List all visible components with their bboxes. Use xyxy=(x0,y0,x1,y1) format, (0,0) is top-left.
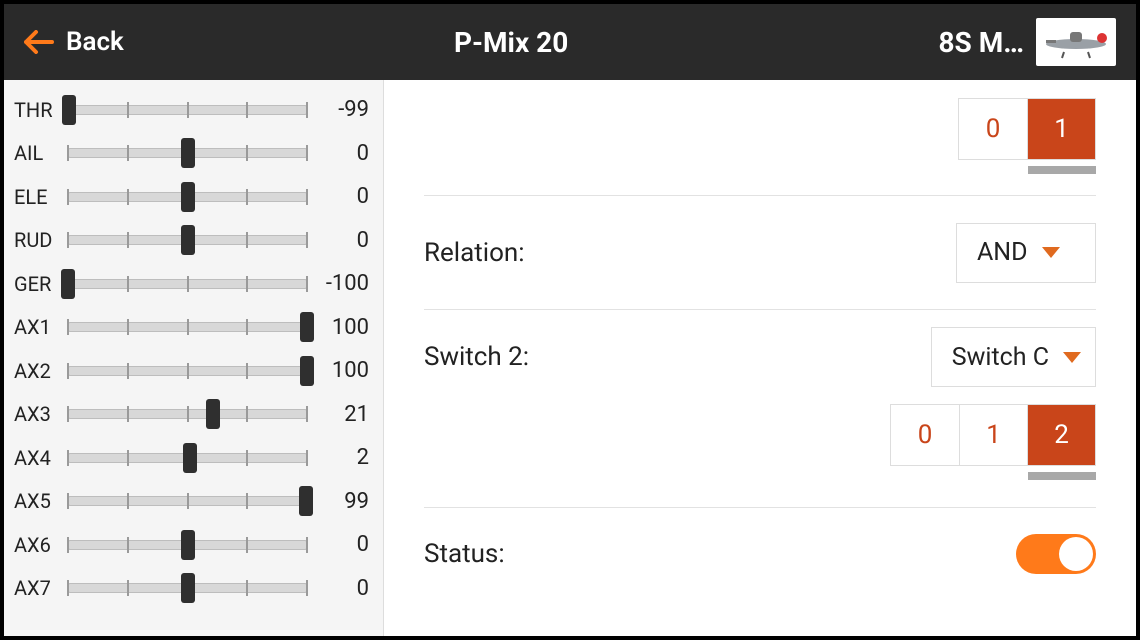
segment-option[interactable]: 0 xyxy=(959,99,1027,159)
slider-thumb xyxy=(181,138,195,168)
segment-option[interactable]: 1 xyxy=(959,405,1027,465)
channel-slider xyxy=(68,319,307,335)
relation-row: Relation: AND xyxy=(424,196,1096,310)
channel-slider xyxy=(68,363,307,379)
channel-value: 21 xyxy=(313,402,373,427)
channel-label: AX1 xyxy=(14,315,62,339)
channel-slider xyxy=(68,276,307,292)
channel-slider xyxy=(68,450,307,466)
slider-thumb xyxy=(183,443,197,473)
channel-row: AX1 100 xyxy=(14,306,373,350)
channel-value: -100 xyxy=(313,271,373,296)
channel-label: AX2 xyxy=(14,359,62,383)
status-label: Status: xyxy=(424,539,505,569)
switch2-dropdown[interactable]: Switch C xyxy=(931,327,1096,387)
status-toggle[interactable] xyxy=(1016,534,1096,574)
toggle-knob xyxy=(1059,537,1093,571)
status-row: Status: xyxy=(424,508,1096,574)
switch1-position-segmented[interactable]: 01 xyxy=(958,98,1096,160)
channel-monitor-sidebar: THR -99 AIL 0 ELE 0 RUD 0 GER -100 AX1 100 AX2 100 AX3… xyxy=(4,80,384,636)
channel-value: 100 xyxy=(313,358,373,383)
channel-value: 0 xyxy=(313,228,373,253)
channel-label: AIL xyxy=(14,141,62,165)
back-arrow-icon xyxy=(24,30,54,54)
chevron-down-icon xyxy=(1063,352,1081,363)
channel-row: AX7 0 xyxy=(14,567,373,611)
channel-row: RUD 0 xyxy=(14,219,373,263)
relation-label: Relation: xyxy=(424,238,525,268)
segment-option[interactable]: 0 xyxy=(891,405,959,465)
scroll-indicator xyxy=(1028,166,1096,174)
scroll-indicator xyxy=(1028,472,1096,480)
channel-value: 0 xyxy=(313,532,373,557)
channel-row: AX6 0 xyxy=(14,523,373,567)
channel-slider xyxy=(68,493,307,509)
channel-value: 99 xyxy=(313,489,373,514)
segment-option[interactable]: 2 xyxy=(1027,405,1095,465)
channel-label: AX5 xyxy=(14,489,62,513)
channel-label: RUD xyxy=(14,228,62,252)
slider-thumb xyxy=(300,356,314,386)
slider-thumb xyxy=(61,269,75,299)
channel-row: AIL 0 xyxy=(14,132,373,176)
channel-value: 0 xyxy=(313,141,373,166)
slider-thumb xyxy=(181,573,195,603)
channel-value: 0 xyxy=(313,184,373,209)
channel-label: AX6 xyxy=(14,533,62,557)
channel-slider xyxy=(68,537,307,553)
channel-slider xyxy=(68,145,307,161)
channel-row: AX4 2 xyxy=(14,436,373,480)
model-selector[interactable]: 8S M… xyxy=(938,18,1116,66)
channel-slider xyxy=(68,580,307,596)
relation-value: AND xyxy=(977,238,1028,267)
channel-slider xyxy=(68,406,307,422)
slider-thumb xyxy=(181,225,195,255)
channel-row: THR -99 xyxy=(14,88,373,132)
main-panel: 01 Relation: AND Switch 2: Switch C xyxy=(384,80,1136,636)
slider-thumb xyxy=(299,486,313,516)
switch2-row: Switch 2: Switch C xyxy=(424,310,1096,404)
switch2-value: Switch C xyxy=(952,343,1049,372)
switch2-position-segmented[interactable]: 012 xyxy=(890,404,1096,466)
chevron-down-icon xyxy=(1042,247,1060,258)
channel-value: -99 xyxy=(313,97,373,122)
switch1-positions-row: 01 xyxy=(424,80,1096,196)
channel-value: 0 xyxy=(313,576,373,601)
channel-slider xyxy=(68,232,307,248)
channel-label: THR xyxy=(14,98,62,122)
slider-thumb xyxy=(206,399,220,429)
header-bar: Back P-Mix 20 8S M… xyxy=(4,4,1136,80)
slider-thumb xyxy=(62,95,76,125)
channel-slider xyxy=(68,189,307,205)
channel-slider xyxy=(68,102,307,118)
switch2-positions-row: 012 xyxy=(424,404,1096,508)
relation-dropdown[interactable]: AND xyxy=(956,223,1096,283)
channel-label: AX3 xyxy=(14,402,62,426)
segment-option[interactable]: 1 xyxy=(1027,99,1095,159)
channel-row: GER -100 xyxy=(14,262,373,306)
channel-value: 2 xyxy=(313,445,373,470)
slider-thumb xyxy=(181,530,195,560)
channel-row: AX3 21 xyxy=(14,393,373,437)
slider-thumb xyxy=(181,182,195,212)
page-title: P-Mix 20 xyxy=(84,26,939,59)
channel-label: AX7 xyxy=(14,576,62,600)
channel-label: GER xyxy=(14,272,62,296)
channel-label: AX4 xyxy=(14,446,62,470)
model-name: 8S M… xyxy=(938,26,1024,59)
channel-label: ELE xyxy=(14,185,62,209)
channel-row: ELE 0 xyxy=(14,175,373,219)
channel-value: 100 xyxy=(313,315,373,340)
switch2-label: Switch 2: xyxy=(424,342,529,372)
channel-row: AX2 100 xyxy=(14,349,373,393)
channel-row: AX5 99 xyxy=(14,480,373,524)
model-thumbnail xyxy=(1036,18,1116,66)
slider-thumb xyxy=(300,312,314,342)
